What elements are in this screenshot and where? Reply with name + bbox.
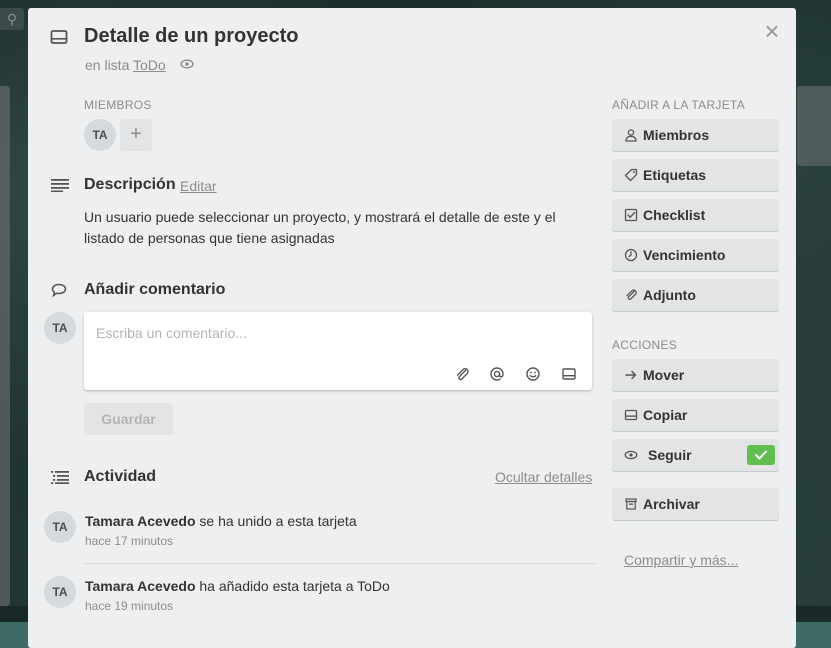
avatar[interactable]: TA [44,576,76,608]
actions-label: ACCIONES [612,338,678,352]
activity-user[interactable]: Tamara Acevedo [85,578,196,594]
checkbox-icon [624,208,638,222]
list-prefix: en lista [85,57,130,73]
avatar[interactable]: TA [44,312,76,344]
arrow-right-icon [625,370,637,380]
copy-button[interactable]: Copiar [612,399,779,431]
members-label: MIEMBROS [84,98,152,112]
share-and-more-link[interactable]: Compartir y más... [624,552,738,568]
description-icon [51,179,69,192]
check-icon [755,450,767,460]
activity-action: se ha unido a esta tarjeta [199,513,357,529]
activity-item: Tamara Acevedo se ha unido a esta tarjet… [85,513,357,529]
activity-icon [51,471,69,484]
add-to-card-label: AÑADIR A LA TARJETA [612,98,746,112]
emoji-icon[interactable] [525,366,541,382]
activity-time[interactable]: hace 19 minutos [85,599,173,613]
card-icon [624,409,638,421]
activity-divider [84,563,596,564]
add-comment-heading: Añadir comentario [84,281,226,298]
activity-heading: Actividad [84,468,157,485]
checklist-button[interactable]: Checklist [612,199,779,231]
move-button[interactable]: Mover [612,359,779,391]
card-title[interactable]: Detalle de un proyecto [84,25,299,48]
members-button-label: Miembros [643,127,710,143]
comment-icon [51,283,67,297]
comment-box [84,312,592,390]
checklist-button-label: Checklist [643,207,706,223]
watching-check-icon [747,445,775,465]
paperclip-icon [626,289,637,300]
avatar[interactable]: TA [44,511,76,543]
edit-description-link[interactable]: Editar [180,178,217,194]
attachment-button[interactable]: Adjunto [612,279,779,311]
members-button[interactable]: Miembros [612,119,779,151]
move-button-label: Mover [643,367,685,383]
clock-icon [624,248,638,262]
comment-input[interactable] [94,320,578,346]
close-icon[interactable]: × [760,18,784,44]
labels-button[interactable]: Etiquetas [612,159,779,191]
watch-button-label: Seguir [648,447,692,463]
hide-details-link[interactable]: Ocultar detalles [495,469,592,485]
card-icon [50,30,68,44]
card-icon[interactable] [561,366,577,382]
due-date-button-label: Vencimiento [643,247,726,263]
eye-icon [624,450,638,460]
tag-icon [624,168,638,182]
archive-button-label: Archivar [643,496,700,512]
add-member-button[interactable]: + [120,119,152,151]
at-sign-icon[interactable] [489,366,505,382]
activity-action: ha añadido esta tarjeta a ToDo [199,578,390,594]
card-detail-modal: × Detalle de un proyecto en lista ToDo M… [28,8,796,648]
eye-icon [180,59,194,69]
person-icon [625,129,637,142]
card-list-info: en lista ToDo [85,57,166,73]
archive-icon [625,498,637,510]
description-text[interactable]: Un usuario puede seleccionar un proyecto… [84,207,584,249]
due-date-button[interactable]: Vencimiento [612,239,779,271]
activity-item: Tamara Acevedo ha añadido esta tarjeta a… [85,578,390,594]
archive-button[interactable]: Archivar [612,488,779,520]
activity-time[interactable]: hace 17 minutos [85,534,173,548]
watch-button[interactable]: Seguir [612,439,779,471]
attachment-button-label: Adjunto [643,287,696,303]
copy-button-label: Copiar [643,407,688,423]
labels-button-label: Etiquetas [643,167,707,183]
avatar[interactable]: TA [84,119,116,151]
paperclip-icon[interactable] [454,366,470,382]
activity-user[interactable]: Tamara Acevedo [85,513,196,529]
list-link[interactable]: ToDo [133,57,166,73]
description-heading: Descripción [84,176,176,193]
save-comment-button[interactable]: Guardar [84,403,173,435]
